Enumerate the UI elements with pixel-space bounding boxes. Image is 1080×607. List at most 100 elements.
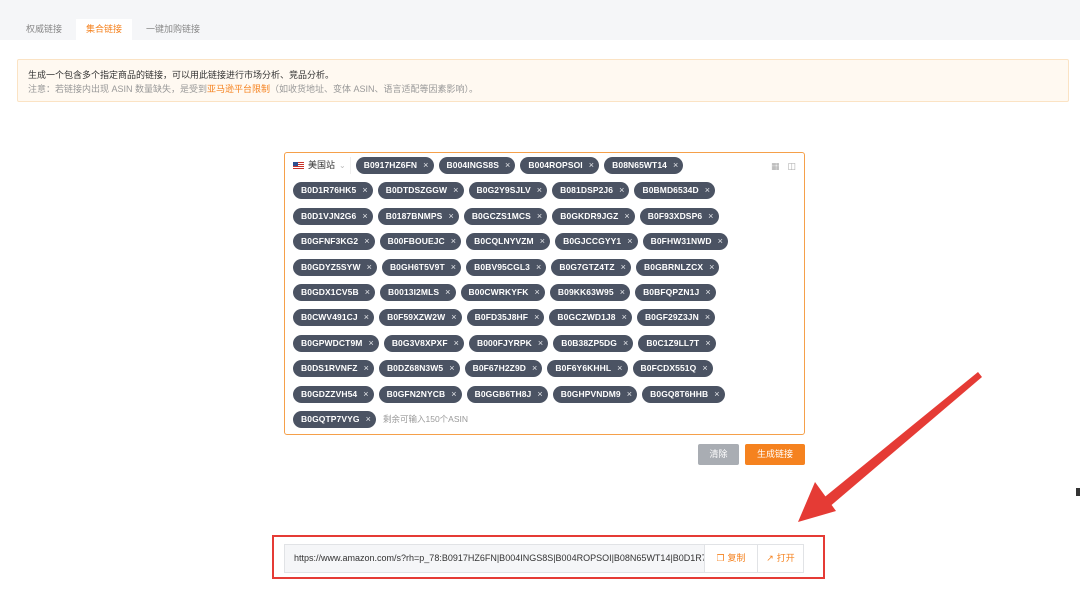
asin-tag-label: B0BV95CGL3 [474, 261, 530, 272]
remove-tag-icon[interactable]: × [453, 182, 458, 199]
asin-tag: B0D1VJN2G6 × [293, 207, 373, 225]
external-link-icon: ↗ [766, 553, 774, 563]
remove-tag-icon[interactable]: × [536, 259, 541, 276]
remove-tag-icon[interactable]: × [708, 208, 713, 225]
remove-tag-icon[interactable]: × [624, 208, 629, 225]
asin-tag: B0GDX1CV5B × [293, 283, 376, 301]
open-button[interactable]: ↗ 打开 [758, 544, 804, 573]
remove-tag-icon[interactable]: × [620, 284, 625, 301]
grid-icon[interactable]: ▦ [771, 161, 780, 172]
remove-tag-icon[interactable]: × [451, 309, 456, 326]
remove-tag-icon[interactable]: × [709, 259, 714, 276]
remove-tag-icon[interactable]: × [705, 309, 710, 326]
remove-tag-icon[interactable]: × [623, 335, 628, 352]
asin-tag: B09KK63W95 × [549, 283, 631, 301]
remove-tag-icon[interactable]: × [364, 233, 369, 250]
remove-tag-icon[interactable]: × [540, 233, 545, 250]
remove-tag-icon[interactable]: × [448, 208, 453, 225]
asin-tag: B0FHW31NWD × [642, 233, 728, 251]
remove-tag-icon[interactable]: × [702, 360, 707, 377]
remove-tag-icon[interactable]: × [445, 284, 450, 301]
split-icon[interactable]: ◫ [787, 161, 796, 172]
asin-tag: B0DZ68N3W5 × [378, 360, 460, 378]
remove-tag-icon[interactable]: × [449, 360, 454, 377]
tab-bar: 权威链接 集合链接 一键加购链接 [16, 19, 214, 40]
remove-tag-icon[interactable]: × [621, 259, 626, 276]
asin-tag-label: B0GFN2NYCB [386, 388, 446, 399]
remove-tag-icon[interactable]: × [366, 411, 371, 428]
asin-tag-label: B09KK63W95 [557, 286, 614, 297]
remove-tag-icon[interactable]: × [364, 309, 369, 326]
remove-tag-icon[interactable]: × [714, 386, 719, 403]
asin-tag-label: B0GCZS1MCS [471, 210, 531, 221]
remove-tag-icon[interactable]: × [535, 284, 540, 301]
asin-tag: B081DSP2J6 × [552, 182, 630, 200]
remove-tag-icon[interactable]: × [705, 182, 710, 199]
remove-tag-icon[interactable]: × [537, 386, 542, 403]
remove-tag-icon[interactable]: × [451, 233, 456, 250]
remove-tag-icon[interactable]: × [617, 360, 622, 377]
asin-tag-label: B0013I2MLS [388, 286, 440, 297]
asin-tag: B0G2Y9SJLV × [468, 182, 548, 200]
amazon-restriction-link[interactable]: 亚马逊平台限制 [207, 84, 270, 94]
remove-tag-icon[interactable]: × [534, 309, 539, 326]
remove-tag-icon[interactable]: × [673, 157, 678, 174]
copy-button[interactable]: ❐ 复制 [704, 544, 758, 573]
remove-tag-icon[interactable]: × [538, 335, 543, 352]
remove-tag-icon[interactable]: × [368, 335, 373, 352]
asin-tag-label: B0187BNMPS [385, 210, 443, 221]
remove-tag-icon[interactable]: × [451, 386, 456, 403]
asin-tag: B000FJYRPK × [468, 334, 549, 352]
remove-tag-icon[interactable]: × [362, 208, 367, 225]
generated-url-field[interactable]: https://www.amazon.com/s?rh=p_78:B0917HZ… [284, 544, 704, 573]
remove-tag-icon[interactable]: × [627, 386, 632, 403]
asin-tag: B0F93XDSP6 × [639, 207, 719, 225]
top-bar: 权威链接 集合链接 一键加购链接 [0, 0, 1080, 40]
asin-tag-label: B0GGB6TH8J [474, 388, 532, 399]
remove-tag-icon[interactable]: × [622, 309, 627, 326]
remove-tag-icon[interactable]: × [537, 208, 542, 225]
remove-tag-icon[interactable]: × [423, 157, 428, 174]
asin-input-box[interactable]: 美国站 ⌄ B0917HZ6FN × B004INGS8S × B004ROPSOI × B… [284, 152, 805, 435]
asin-tag-label: B0GDZZVH54 [301, 388, 358, 399]
asin-tag-label: B0GDYZ5SYW [301, 261, 361, 272]
asin-tag-label: B0BMD6534D [642, 185, 699, 196]
asin-tag: B0GKDR9JGZ × [552, 207, 635, 225]
asin-tag: B004INGS8S × [438, 157, 516, 174]
site-selector[interactable]: 美国站 ⌄ [293, 157, 351, 174]
remove-tag-icon[interactable]: × [365, 284, 370, 301]
asin-tag: B0GPWDCT9M × [293, 334, 379, 352]
remove-tag-icon[interactable]: × [589, 157, 594, 174]
asin-tag: B0GH6T5V9T × [381, 258, 462, 276]
asin-tag-label: B004INGS8S [446, 160, 500, 170]
remove-tag-icon[interactable]: × [705, 284, 710, 301]
remove-tag-icon[interactable]: × [367, 259, 372, 276]
asin-tag: B0D1R76HK5 × [293, 182, 373, 200]
asin-tag-label: B0DTDSZGGW [385, 185, 448, 196]
remove-tag-icon[interactable]: × [537, 182, 542, 199]
tab-add-to-cart-link[interactable]: 一键加购链接 [136, 19, 210, 40]
asin-tag: B0G3V8XPXF × [383, 334, 464, 352]
remove-tag-icon[interactable]: × [364, 360, 369, 377]
asin-tag: B0GCZS1MCS × [463, 207, 548, 225]
remove-tag-icon[interactable]: × [451, 259, 456, 276]
remove-tag-icon[interactable]: × [505, 157, 510, 174]
tab-collection-link[interactable]: 集合链接 [76, 19, 133, 40]
clear-button[interactable]: 清除 [698, 444, 739, 465]
remove-tag-icon[interactable]: × [705, 335, 710, 352]
tab-authority-link[interactable]: 权威链接 [16, 19, 72, 40]
remove-tag-icon[interactable]: × [362, 182, 367, 199]
remove-tag-icon[interactable]: × [718, 233, 723, 250]
asin-tag: B0GJCCGYY1 × [555, 233, 638, 251]
remove-tag-icon[interactable]: × [619, 182, 624, 199]
asin-tag-label: B0GBRNLZCX [644, 261, 704, 272]
remove-tag-icon[interactable]: × [627, 233, 632, 250]
asin-tag: B0GF29Z3JN × [636, 309, 716, 327]
remove-tag-icon[interactable]: × [532, 360, 537, 377]
asin-tag: B004ROPSOI × [520, 157, 600, 174]
remove-tag-icon[interactable]: × [454, 335, 459, 352]
asin-tag-label: B0G7GTZ4TZ [559, 261, 615, 272]
asin-tag-label: B0D1VJN2G6 [301, 210, 357, 221]
remove-tag-icon[interactable]: × [363, 386, 368, 403]
asin-tag: B0BV95CGL3 × [466, 258, 547, 276]
